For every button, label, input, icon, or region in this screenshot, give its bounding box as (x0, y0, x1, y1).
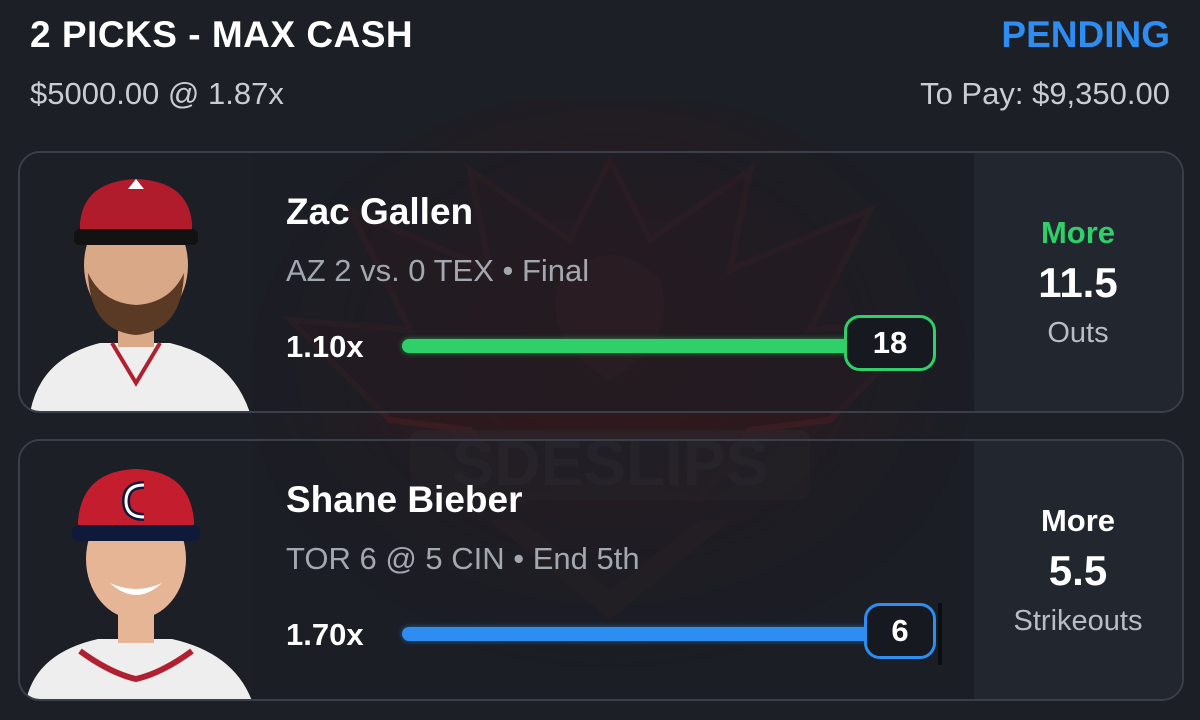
ticket-header: 2 PICKS - MAX CASH PENDING $5000.00 @ 1.… (0, 0, 1200, 140)
progress-bar: 18 (402, 315, 936, 371)
ticket-title: 2 PICKS - MAX CASH (30, 14, 414, 55)
pick-line: 11.5 (1038, 258, 1118, 306)
game-status: TOR 6 @ 5 CIN • End 5th (286, 541, 640, 576)
pick-stat-type: Strikeouts (1013, 604, 1143, 637)
player-photo (20, 153, 252, 411)
player-photo (20, 441, 252, 699)
current-value-badge: 6 (864, 603, 936, 659)
pick-multiplier: 1.70x (286, 617, 364, 652)
pick-line: 5.5 (1048, 546, 1108, 594)
pick-line-panel: More 11.5 Outs (974, 153, 1182, 411)
pick-line-panel: More 5.5 Strikeouts (974, 441, 1182, 699)
pick-card-2[interactable]: Shane Bieber TOR 6 @ 5 CIN • End 5th 1.7… (18, 439, 1184, 701)
pick-multiplier: 1.10x (286, 329, 364, 364)
line-threshold-marker (938, 603, 942, 665)
progress-fill (402, 627, 932, 641)
pick-card-1[interactable]: Zac Gallen AZ 2 vs. 0 TEX • Final 1.10x … (18, 151, 1184, 413)
pick-stat-type: Outs (1047, 316, 1109, 349)
player-name: Zac Gallen (286, 191, 474, 232)
game-status: AZ 2 vs. 0 TEX • Final (286, 253, 590, 288)
payout-amount: To Pay: $9,350.00 (920, 76, 1170, 111)
stake-summary: $5000.00 @ 1.87x (30, 76, 284, 111)
status-badge: PENDING (1001, 14, 1170, 55)
player-name: Shane Bieber (286, 479, 523, 520)
pick-direction: More (1040, 502, 1116, 538)
pick-direction: More (1040, 214, 1116, 250)
progress-bar: 6 (402, 603, 936, 659)
current-value-badge: 18 (844, 315, 936, 371)
